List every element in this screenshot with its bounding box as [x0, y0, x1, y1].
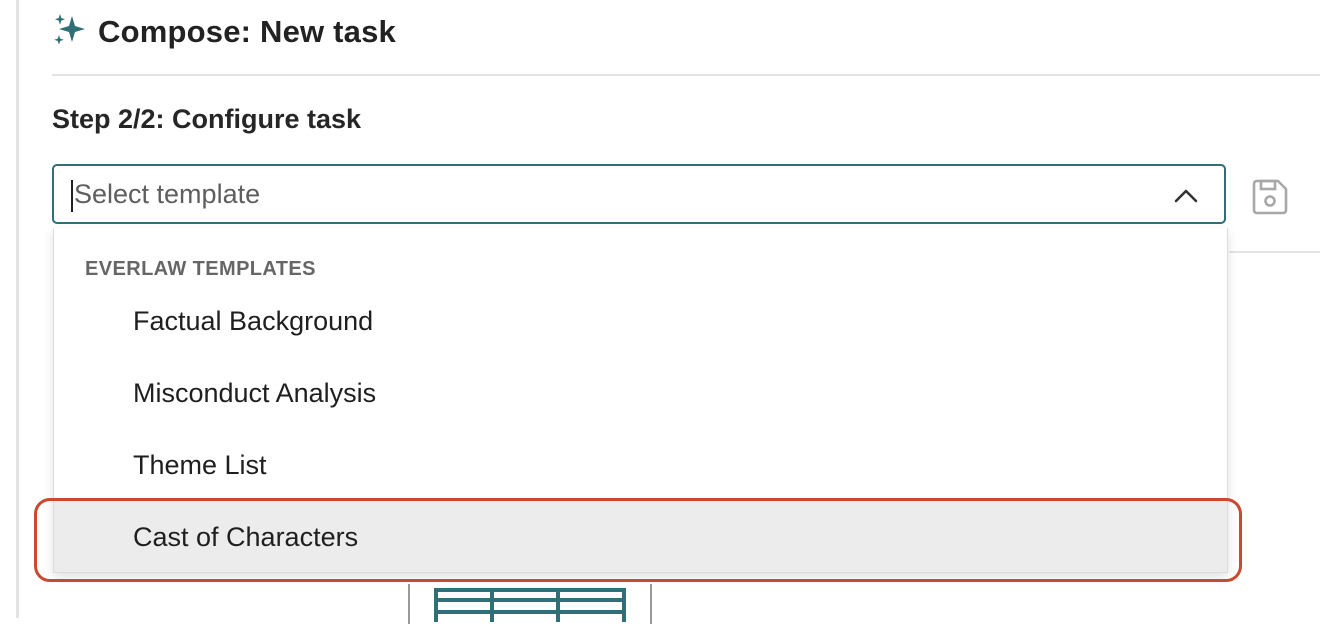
- save-template-button[interactable]: [1250, 177, 1290, 217]
- template-dropdown-menu: EVERLAW TEMPLATES Factual Background Mis…: [53, 228, 1228, 573]
- header-divider: [52, 74, 1320, 76]
- template-search-input[interactable]: [72, 177, 1156, 211]
- group-header-everlaw-templates: EVERLAW TEMPLATES: [85, 258, 316, 280]
- option-factual-background[interactable]: Factual Background: [54, 285, 1227, 357]
- option-misconduct-analysis[interactable]: Misconduct Analysis: [54, 357, 1227, 429]
- option-cast-of-characters[interactable]: Cast of Characters: [54, 501, 1227, 572]
- option-theme-list[interactable]: Theme List: [54, 429, 1227, 501]
- save-icon: [1252, 179, 1288, 215]
- sparkles-icon: [52, 13, 88, 52]
- template-select[interactable]: [52, 164, 1226, 224]
- table-icon: [434, 588, 626, 627]
- section-divider: [1229, 251, 1320, 253]
- page-header: Compose: New task: [52, 10, 396, 54]
- page-title: Compose: New task: [98, 14, 396, 49]
- text-cursor: [71, 180, 73, 212]
- left-divider: [16, 0, 19, 618]
- step-label: Step 2/2: Configure task: [52, 104, 362, 134]
- chevron-up-icon[interactable]: [1172, 182, 1200, 210]
